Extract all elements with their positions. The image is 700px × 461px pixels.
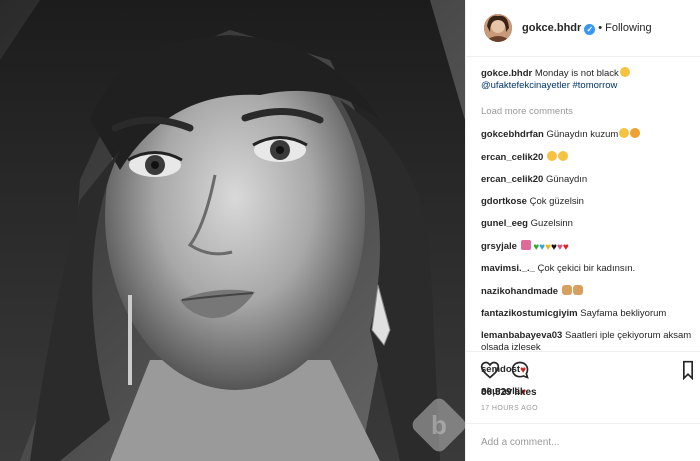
- smile-emoji-icon: [619, 67, 630, 77]
- comment-username[interactable]: gdortkose: [481, 196, 527, 207]
- comment: ercan_celik20: [481, 151, 696, 164]
- portrait-image: b: [0, 0, 465, 461]
- comment: gdortkose Çok güzelsin: [481, 196, 696, 208]
- load-more-comments[interactable]: Load more comments: [481, 106, 696, 118]
- comment-text: Çok güzelsin: [529, 196, 584, 207]
- comment-username[interactable]: mavimsi._._: [481, 263, 535, 274]
- likes-count[interactable]: 80,529 likes: [481, 387, 537, 398]
- comment: gunel_eeg Guzelsinn: [481, 218, 696, 230]
- woman-emoji-icon: [520, 240, 531, 250]
- comment: gokcebhdrfan Günaydın kuzum: [481, 128, 696, 141]
- comment-text: Günaydın: [545, 174, 588, 185]
- comment-username[interactable]: gunel_eeg: [481, 218, 528, 229]
- caption-text: Monday is not black: [534, 68, 619, 79]
- add-comment-placeholder[interactable]: Add a comment...: [481, 437, 559, 448]
- comment-text: Günaydın kuzum: [546, 129, 619, 140]
- comment-icon[interactable]: [510, 360, 530, 380]
- comment-username[interactable]: ercan_celik20: [481, 174, 543, 185]
- action-bar: [466, 351, 700, 383]
- comment-username[interactable]: grsyjale: [481, 241, 517, 252]
- clap-emoji-icon: [572, 285, 583, 295]
- caption: gokce.bhdr Monday is not black @ufaktefe…: [481, 67, 696, 92]
- bookmark-icon[interactable]: [681, 360, 695, 380]
- header-username[interactable]: gokce.bhdr: [522, 22, 581, 34]
- smile-emoji-icon: [557, 151, 568, 161]
- add-comment-field[interactable]: Add a comment...: [466, 423, 700, 461]
- separator-dot: •: [598, 22, 603, 34]
- post-photo[interactable]: b: [0, 0, 465, 461]
- svg-text:b: b: [431, 410, 447, 440]
- verified-icon: ✓: [584, 24, 596, 35]
- comment-username[interactable]: nazikohandmade: [481, 286, 558, 297]
- caption-mention[interactable]: @ufaktefekcinayetler: [481, 80, 570, 91]
- post-sidebar: gokce.bhdr ✓ • Following gokce.bhdr Monday …: [465, 0, 700, 461]
- comment-text: Guzelsinn: [530, 218, 573, 229]
- comment: ercan_celik20 Günaydın: [481, 174, 696, 186]
- comment-text: Sayfama bekliyorum: [580, 308, 667, 319]
- tongue-emoji-icon: [546, 151, 557, 161]
- comment: grsyjale ♥♥♥♥♥♥: [481, 240, 696, 253]
- comment-username[interactable]: fantazikostumicgiyim: [481, 308, 578, 319]
- heart-icon[interactable]: [480, 360, 500, 380]
- kiss-emoji-icon: [630, 128, 641, 138]
- following-button[interactable]: Following: [605, 22, 651, 34]
- avatar[interactable]: [484, 14, 512, 42]
- comment-username[interactable]: ercan_celik20: [481, 152, 543, 163]
- heart-eyes-emoji-icon: [619, 128, 630, 138]
- comment: fantazikostumicgiyim Sayfama bekliyorum: [481, 308, 696, 320]
- comment-username[interactable]: gokcebhdrfan: [481, 129, 544, 140]
- post-header: gokce.bhdr ✓ • Following: [466, 0, 700, 57]
- caption-hashtag[interactable]: #tomorrow: [573, 80, 618, 91]
- comment-text: Çok çekici bir kadınsın.: [537, 263, 636, 274]
- comment: mavimsi._._ Çok çekici bir kadınsın.: [481, 263, 696, 275]
- post-timestamp[interactable]: 17 HOURS AGO: [481, 405, 538, 412]
- caption-username[interactable]: gokce.bhdr: [481, 68, 532, 79]
- red-heart-icon: ♥: [562, 242, 569, 253]
- ok-hand-emoji-icon: [561, 285, 572, 295]
- comment: nazikohandmade: [481, 285, 696, 298]
- comment-username[interactable]: lemanbabayeva03: [481, 330, 562, 341]
